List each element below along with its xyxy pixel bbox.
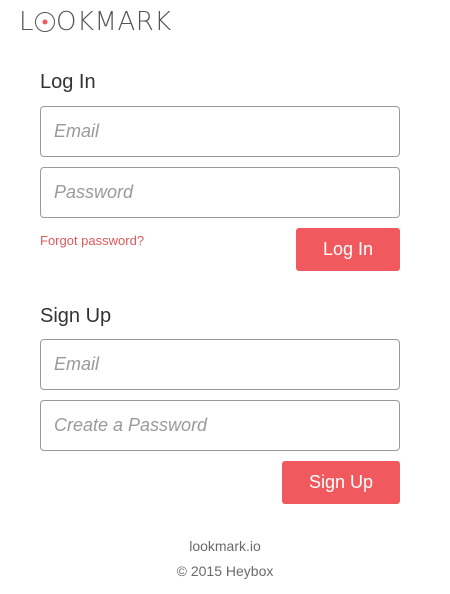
login-email-input[interactable] — [40, 106, 400, 157]
footer-copyright: © 2015 Heybox — [176, 563, 274, 579]
logo-prefix: L — [19, 7, 34, 37]
page: L OKMARK Log In Forgot password? Log In S… — [0, 0, 450, 594]
login-password-input[interactable] — [40, 167, 400, 218]
login-button[interactable]: Log In — [296, 228, 400, 271]
signup-password-input[interactable] — [40, 400, 400, 451]
signup-title: Sign Up — [40, 305, 112, 327]
signup-button[interactable]: Sign Up — [282, 461, 400, 504]
lookmark-logo[interactable]: L OKMARK — [19, 7, 172, 37]
logo-o-dot-icon — [35, 12, 55, 32]
footer-site-link[interactable]: lookmark.io — [0, 538, 450, 554]
login-title: Log In — [40, 71, 96, 93]
signup-email-input[interactable] — [40, 339, 400, 390]
logo-suffix: OKMARK — [56, 7, 172, 37]
forgot-password-link[interactable]: Forgot password? — [40, 233, 144, 248]
